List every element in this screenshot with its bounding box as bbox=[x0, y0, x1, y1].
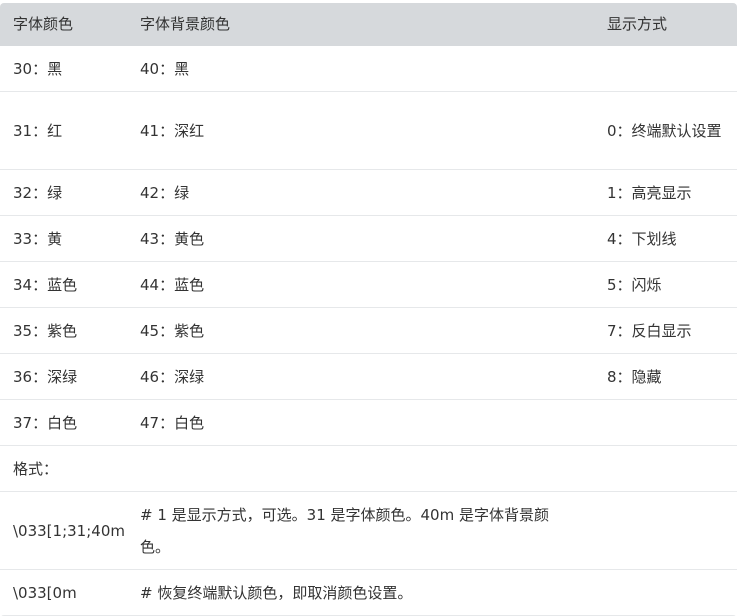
table-row: 33：黄 43：黄色 4：下划线 bbox=[0, 216, 737, 262]
mode-cell: 8：隐藏 bbox=[607, 367, 662, 386]
header-background-color: 字体背景颜色 bbox=[140, 15, 231, 33]
header-display-mode: 显示方式 bbox=[607, 15, 668, 33]
table-row: 32：绿 42：绿 1：高亮显示 bbox=[0, 170, 737, 216]
header-font-color: 字体颜色 bbox=[13, 15, 74, 33]
color-code-table: 字体颜色 字体背景颜色 显示方式 30：黑 40：黑 31：红 41：深红 0：… bbox=[0, 3, 737, 616]
bg-cell: 45：紫色 bbox=[140, 321, 205, 340]
table-row: 37：白色 47：白色 bbox=[0, 400, 737, 446]
bg-cell: 42：绿 bbox=[140, 183, 190, 202]
fg-cell: 37：白色 bbox=[13, 413, 78, 432]
mode-cell: 0：终端默认设置 bbox=[607, 121, 722, 140]
table-row: \033[0m # 恢复终端默认颜色，即取消颜色设置。 bbox=[0, 570, 737, 616]
table-row: 35：紫色 45：紫色 7：反白显示 bbox=[0, 308, 737, 354]
escape-description-cell: # 1 是显示方式，可选。31 是字体颜色。40m 是字体背景颜色。 bbox=[140, 505, 549, 556]
table-row: 30：黑 40：黑 bbox=[0, 46, 737, 92]
bg-cell: 47：白色 bbox=[140, 413, 205, 432]
fg-cell: 33：黄 bbox=[13, 229, 63, 248]
mode-cell: 4：下划线 bbox=[607, 229, 677, 248]
bg-cell: 40：黑 bbox=[140, 59, 190, 78]
format-label: 格式： bbox=[13, 459, 59, 478]
escape-description-cell: # 恢复终端默认颜色，即取消颜色设置。 bbox=[140, 583, 413, 602]
table-row: 36：深绿 46：深绿 8：隐藏 bbox=[0, 354, 737, 400]
fg-cell: 32：绿 bbox=[13, 183, 63, 202]
table-header-row: 字体颜色 字体背景颜色 显示方式 bbox=[0, 3, 737, 46]
mode-cell: 7：反白显示 bbox=[607, 321, 692, 340]
bg-cell: 44：蓝色 bbox=[140, 275, 205, 294]
table-row: 格式： bbox=[0, 446, 737, 492]
bg-cell: 41：深红 bbox=[140, 121, 205, 140]
fg-cell: 31：红 bbox=[13, 121, 63, 140]
fg-cell: 35：紫色 bbox=[13, 321, 78, 340]
mode-cell: 1：高亮显示 bbox=[607, 183, 692, 202]
table-row: 31：红 41：深红 0：终端默认设置 bbox=[0, 92, 737, 170]
fg-cell: 36：深绿 bbox=[13, 367, 78, 386]
table-row: \033[1;31;40m # 1 是显示方式，可选。31 是字体颜色。40m … bbox=[0, 492, 737, 570]
table-row: 34：蓝色 44：蓝色 5：闪烁 bbox=[0, 262, 737, 308]
bg-cell: 43：黄色 bbox=[140, 229, 205, 248]
fg-cell: 30：黑 bbox=[13, 59, 63, 78]
mode-cell: 5：闪烁 bbox=[607, 275, 662, 294]
escape-code-cell: \033[1;31;40m bbox=[13, 521, 125, 540]
bg-cell: 46：深绿 bbox=[140, 367, 205, 386]
fg-cell: 34：蓝色 bbox=[13, 275, 78, 294]
escape-code-cell: \033[0m bbox=[13, 583, 77, 602]
